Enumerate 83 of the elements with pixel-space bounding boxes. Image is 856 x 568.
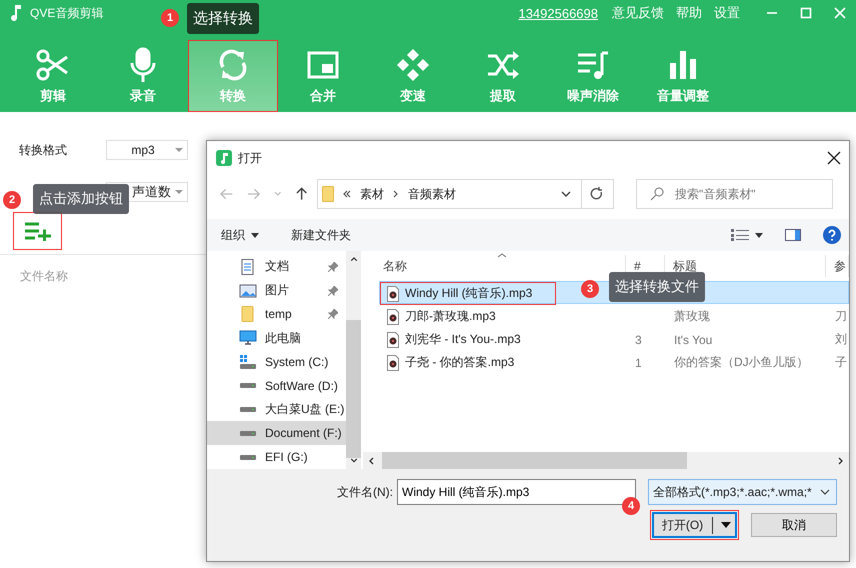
maximize-icon[interactable]: [800, 7, 812, 19]
refresh-button[interactable]: [582, 179, 614, 209]
table-cell-text: 你的答案（DJ小鱼儿版）: [673, 354, 810, 371]
command-button[interactable]: 组织: [217, 226, 263, 244]
callout-tooltip: 点击添加按钮: [33, 184, 129, 214]
column-header[interactable]: 参: [826, 255, 849, 277]
file-row[interactable]: 刘宪华 - It's You-.mp3 3 It's You 刘: [379, 327, 849, 350]
scissors-icon: [35, 47, 71, 83]
table-cell-text: 3: [634, 332, 643, 346]
caret-icon: [721, 522, 731, 528]
drive-icon: [239, 406, 257, 414]
drive-icon: [239, 382, 257, 390]
refresh-icon: [590, 187, 604, 201]
search-icon: [650, 187, 664, 201]
nav-item[interactable]: 文档: [207, 255, 346, 279]
nav-item[interactable]: 大白菜U盘 (E:): [207, 398, 346, 422]
open-button[interactable]: 打开(O): [650, 510, 739, 540]
add-list-icon: [24, 221, 52, 241]
add-file-button[interactable]: [13, 212, 62, 250]
dialog-title: 打开: [238, 150, 262, 166]
address-bar[interactable]: 素材 音频素材: [317, 179, 582, 209]
drive-icon: [239, 454, 257, 461]
table-cell-text: 子: [834, 354, 848, 371]
file-row[interactable]: 刀郎-萧玫瑰.mp3 萧玫瑰 刀: [379, 304, 849, 327]
nav-item[interactable]: System (C:): [207, 350, 346, 374]
table-cell-text: It's You: [673, 332, 714, 346]
caret-icon[interactable]: [755, 232, 763, 238]
up-arrow-icon[interactable]: [296, 187, 308, 201]
nav-item[interactable]: temp: [207, 302, 346, 326]
music-note-icon: [10, 4, 22, 22]
file-name-label: 文件名(N):: [337, 484, 393, 500]
monitor-icon: [239, 330, 257, 346]
table-cell-text: 萧玫瑰: [673, 308, 711, 325]
music-note-icon: [216, 150, 232, 166]
breadcrumb-item[interactable]: 素材: [360, 186, 384, 202]
chevron-up-icon: [350, 257, 358, 262]
breadcrumb-item[interactable]: 音频素材: [408, 186, 456, 202]
nav-item[interactable]: 此电脑: [207, 326, 346, 350]
nav-item[interactable]: 图片: [207, 278, 346, 303]
format-select[interactable]: mp3: [106, 140, 188, 160]
file-type-select[interactable]: 全部格式(*.mp3;*.aac;*.wma;*: [648, 479, 837, 505]
view-list-icon[interactable]: [731, 229, 749, 241]
close-icon[interactable]: [827, 151, 841, 165]
file-row[interactable]: 子尧 - 你的答案.mp3 1 你的答案（DJ小鱼儿版） 子: [379, 350, 849, 373]
nav-item[interactable]: EFI (G:): [207, 445, 346, 470]
search-field[interactable]: 搜索"音频素材": [636, 179, 833, 209]
file-name: 刘宪华 - It's You-.mp3: [405, 331, 521, 348]
scrollbar[interactable]: [346, 251, 361, 469]
audio-file-icon: [387, 286, 399, 302]
command-button[interactable]: 新建文件夹: [287, 226, 355, 244]
file-name: 子尧 - 你的答案.mp3: [405, 354, 514, 371]
nav-item[interactable]: SoftWare (D:): [207, 374, 346, 398]
column-header: 文件名称: [20, 268, 69, 285]
drive-icon: [239, 354, 257, 370]
scrollbar[interactable]: [363, 452, 849, 469]
table-cell-text: 刀: [834, 308, 848, 325]
chevron-down-icon: [350, 458, 358, 463]
image-icon: [239, 282, 257, 299]
dpad-icon: [395, 47, 431, 83]
step-badge: 2: [3, 191, 21, 209]
chevron-left-icon: [369, 456, 374, 464]
table-cell-text: 刘: [834, 331, 848, 348]
audio-file-icon: [387, 354, 399, 370]
cancel-button[interactable]: 取消: [751, 513, 837, 537]
audio-file-icon: [387, 332, 399, 348]
app-title: QVE音频剪辑: [30, 4, 104, 22]
preview-pane-icon[interactable]: [785, 229, 801, 241]
callout-tooltip: 选择转换文件: [609, 272, 705, 302]
help-icon[interactable]: [823, 226, 841, 244]
audio-file-icon: [387, 308, 399, 324]
file-name: Windy Hill (纯音乐).mp3: [405, 285, 532, 302]
format-label: 转换格式: [19, 142, 68, 158]
chevron-down-icon[interactable]: [560, 191, 571, 197]
table-cell-text: 1: [634, 356, 643, 370]
callout-tooltip: 选择转换: [187, 3, 259, 34]
drive-icon: [239, 430, 257, 437]
chevron-right-icon: [393, 190, 400, 198]
chevron-right-icon: [838, 456, 843, 464]
chevron-down-icon: [820, 489, 830, 495]
folder-icon: [322, 186, 334, 202]
file-name: 刀郎-萧玫瑰.mp3: [405, 308, 496, 325]
double-chevron-icon: [343, 190, 352, 198]
nav-item[interactable]: Document (F:): [207, 421, 346, 446]
